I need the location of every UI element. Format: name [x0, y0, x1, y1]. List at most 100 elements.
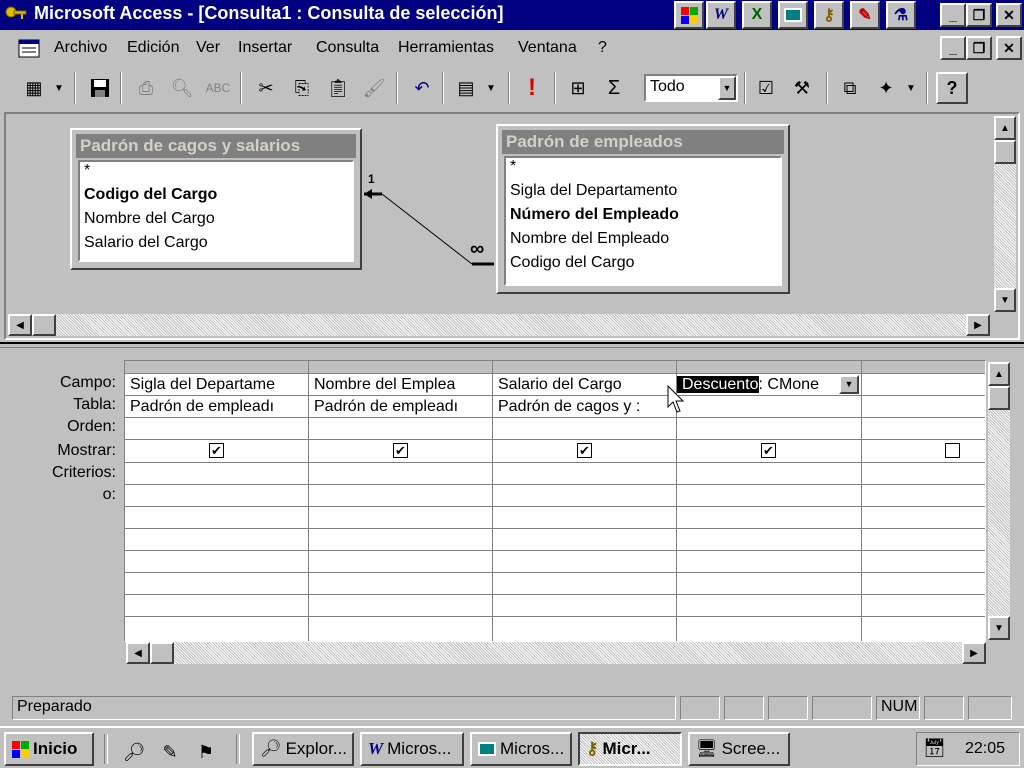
mostrar-checkbox[interactable]: ✔: [209, 443, 224, 458]
access-icon[interactable]: ⚷: [814, 1, 844, 29]
explorer-quicklaunch-icon[interactable]: 🔎︎: [118, 736, 150, 768]
spelling-icon[interactable]: ABC: [202, 72, 234, 104]
scroll-down-icon[interactable]: ▼: [994, 288, 1016, 312]
grid-campo-cell[interactable]: Sigla del Departame: [125, 374, 308, 395]
powerpoint-icon[interactable]: [778, 1, 808, 29]
totals-icon[interactable]: Σ: [598, 72, 630, 104]
save-icon[interactable]: [84, 72, 116, 104]
paste-icon[interactable]: 📋︎: [322, 72, 354, 104]
menu-consulta[interactable]: Consulta: [316, 39, 379, 57]
grid-campo-cell[interactable]: Nombre del Emplea: [309, 374, 492, 395]
doc-close-button[interactable]: ✕: [996, 36, 1022, 60]
office-setup-icon[interactable]: ⚗: [886, 1, 916, 29]
scheduler-icon[interactable]: 📅︎: [923, 738, 946, 759]
new-object-icon[interactable]: ✦: [870, 72, 902, 104]
grid-campo-cell-active[interactable]: Descuento: CMone ▼: [677, 374, 861, 395]
task-powerpoint[interactable]: Micros...: [470, 732, 572, 766]
scroll-right-icon[interactable]: ▶: [962, 642, 986, 664]
scroll-left-icon[interactable]: ◀: [8, 314, 32, 336]
channels-quicklaunch-icon[interactable]: ⚑: [190, 736, 222, 768]
close-button[interactable]: ✕: [996, 3, 1022, 27]
scroll-up-icon[interactable]: ▲: [988, 362, 1010, 386]
scroll-track[interactable]: [56, 314, 966, 336]
print-icon[interactable]: ⎙: [130, 72, 162, 104]
scroll-thumb[interactable]: [150, 642, 174, 664]
view-icon[interactable]: ▦: [18, 72, 50, 104]
menu-help[interactable]: ?: [598, 39, 607, 57]
top-values-dropdown-icon[interactable]: ▼: [718, 76, 736, 100]
grid-tabla-cell[interactable]: Padrón de cagos y :: [493, 396, 676, 417]
scroll-track[interactable]: [174, 642, 962, 664]
desktop-quicklaunch-icon[interactable]: ✎: [154, 736, 186, 768]
build-icon[interactable]: ⚒: [786, 72, 818, 104]
scroll-thumb[interactable]: [32, 314, 56, 336]
undo-icon[interactable]: ↶: [406, 72, 438, 104]
clock[interactable]: 22:05: [965, 740, 1005, 758]
title-bar[interactable]: Microsoft Access - [Consulta1 : Consulta…: [0, 0, 1024, 30]
menu-herramientas[interactable]: Herramientas: [398, 39, 494, 57]
relationship-line[interactable]: [6, 114, 1018, 338]
outlook-icon[interactable]: ✎: [850, 1, 880, 29]
mostrar-checkbox[interactable]: ✔: [761, 443, 776, 458]
word-icon[interactable]: W: [706, 1, 736, 29]
print-preview-icon[interactable]: 🔍︎: [166, 72, 198, 104]
grid-vertical-scrollbar[interactable]: ▲ ▼: [986, 360, 1012, 642]
start-button[interactable]: Inicio: [4, 732, 94, 766]
scroll-down-icon[interactable]: ▼: [988, 616, 1010, 640]
menu-archivo[interactable]: Archivo: [54, 39, 107, 57]
scroll-up-icon[interactable]: ▲: [994, 116, 1016, 140]
access-key-icon[interactable]: [4, 4, 28, 26]
relationship-one-label: 1: [368, 172, 375, 186]
task-explorer[interactable]: 🔎︎ Explor...: [252, 732, 354, 766]
query-type-dropdown-icon[interactable]: ▼: [484, 72, 498, 104]
mostrar-checkbox[interactable]: [945, 443, 960, 458]
top-values-combo[interactable]: Todo ▼: [644, 74, 738, 102]
menu-ventana[interactable]: Ventana: [518, 39, 577, 57]
maximize-button[interactable]: ❐: [966, 3, 992, 27]
minimize-button[interactable]: _: [940, 3, 966, 27]
task-screen[interactable]: 🖥︎ Scree...: [688, 732, 790, 766]
excel-icon[interactable]: X: [742, 1, 772, 29]
task-access[interactable]: ⚷ Micr...: [578, 732, 682, 766]
doc-restore-button[interactable]: ❐: [966, 36, 992, 60]
grid-tabla-cell[interactable]: Padrón de empleadı: [309, 396, 492, 417]
cut-icon[interactable]: ✂: [250, 72, 282, 104]
scroll-thumb[interactable]: [994, 140, 1016, 164]
task-label: Micr...: [602, 739, 651, 758]
scroll-thumb[interactable]: [988, 386, 1010, 410]
windows-logo-icon: [12, 740, 29, 758]
pane-splitter[interactable]: [0, 342, 1024, 348]
task-word[interactable]: W Micros...: [360, 732, 464, 766]
document-icon[interactable]: [18, 38, 42, 60]
run-icon[interactable]: !: [516, 72, 548, 104]
upper-horizontal-scrollbar[interactable]: ◀ ▶: [6, 312, 992, 338]
design-grid[interactable]: Sigla del Departame Padrón de empleadı ✔…: [124, 360, 986, 642]
doc-minimize-button[interactable]: _: [940, 36, 966, 60]
scroll-track[interactable]: [994, 164, 1016, 288]
properties-icon[interactable]: ☑: [750, 72, 782, 104]
help-icon[interactable]: ?: [936, 72, 968, 104]
database-window-icon[interactable]: ⧉: [834, 72, 866, 104]
separator: [396, 72, 398, 104]
upper-vertical-scrollbar[interactable]: ▲ ▼: [992, 114, 1018, 314]
grid-tabla-cell[interactable]: Padrón de empleadı: [125, 396, 308, 417]
menu-edicion[interactable]: Edición: [127, 39, 179, 57]
menu-ver[interactable]: Ver: [196, 39, 220, 57]
copy-icon[interactable]: ⎘: [286, 72, 318, 104]
grid-campo-cell[interactable]: Salario del Cargo: [493, 374, 676, 395]
scroll-left-icon[interactable]: ◀: [126, 642, 150, 664]
new-object-dropdown-icon[interactable]: ▼: [904, 72, 918, 104]
query-type-icon[interactable]: ▤: [450, 72, 482, 104]
scroll-right-icon[interactable]: ▶: [966, 314, 990, 336]
campo-dropdown-icon[interactable]: ▼: [839, 375, 859, 394]
menu-insertar[interactable]: Insertar: [238, 39, 292, 57]
scroll-track[interactable]: [988, 410, 1010, 616]
separator: [744, 72, 746, 104]
mostrar-checkbox[interactable]: ✔: [393, 443, 408, 458]
format-painter-icon[interactable]: 🖌︎: [358, 72, 390, 104]
office-icon[interactable]: [674, 1, 704, 29]
show-table-icon[interactable]: ⊞: [562, 72, 594, 104]
grid-horizontal-scrollbar[interactable]: ◀ ▶: [124, 640, 986, 666]
view-dropdown-icon[interactable]: ▼: [52, 72, 66, 104]
mostrar-checkbox[interactable]: ✔: [577, 443, 592, 458]
